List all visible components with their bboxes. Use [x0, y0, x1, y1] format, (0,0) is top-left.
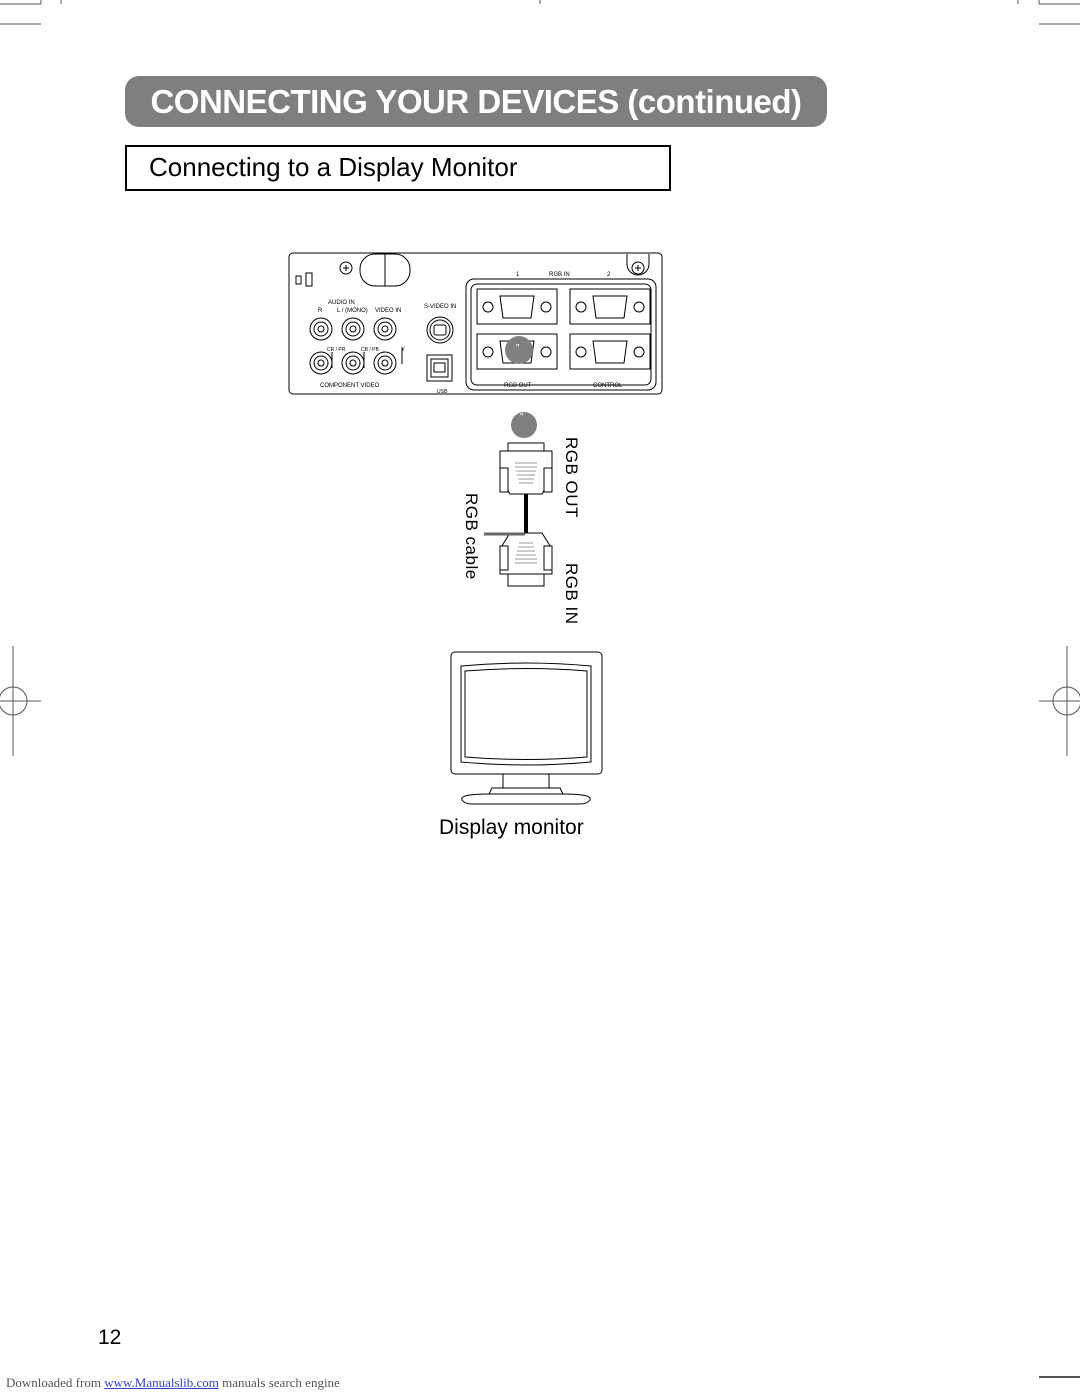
- page-number: 12: [98, 1326, 121, 1350]
- display-monitor-icon: [450, 651, 603, 805]
- label-rgb-in-2: 2: [607, 272, 611, 278]
- caption-text: Display monitor: [439, 816, 584, 839]
- label-audio-r: R: [318, 308, 323, 314]
- s-video-port: [426, 316, 454, 344]
- label-component-video: COMPONENT VIDEO: [320, 383, 380, 389]
- manualslib-link[interactable]: www.Manualslib.com: [104, 1375, 219, 1390]
- callout-marker-cable-text: ": [520, 412, 524, 423]
- callout-marker-cable: [511, 412, 537, 438]
- rca-jacks: [309, 317, 403, 375]
- section-heading-box: Connecting to a Display Monitor: [125, 145, 671, 191]
- label-cable-rgb-in: RGB IN: [562, 563, 581, 625]
- label-rgb-out: RGB OUT: [504, 383, 532, 389]
- label-rgb-cable: RGB cable: [462, 493, 481, 580]
- label-audio-l-mono: L / (MONO): [337, 308, 368, 314]
- d-sub-ports: [476, 288, 651, 370]
- download-footer: Downloaded from www.Manualslib.com manua…: [6, 1375, 340, 1391]
- label-y: Y: [401, 347, 406, 353]
- label-cb-pb: CB / PB: [361, 347, 379, 353]
- footer-prefix: Downloaded from: [6, 1375, 105, 1390]
- label-cable-rgb-out: RGB OUT: [562, 437, 581, 518]
- section-title: Connecting to a Display Monitor: [149, 152, 518, 182]
- label-video-in: VIDEO IN: [375, 308, 402, 314]
- footer-suffix: manuals search engine: [218, 1375, 340, 1390]
- page-number-text: 12: [98, 1326, 122, 1349]
- page-banner: CONNECTING YOUR DEVICES (continued): [125, 76, 827, 127]
- connector-top: [507, 442, 545, 452]
- label-audio-in: AUDIO IN: [328, 300, 355, 306]
- display-monitor-caption: Display monitor: [439, 816, 584, 840]
- callout-marker-text: ": [516, 343, 520, 354]
- projector-rear-panel: [288, 252, 663, 395]
- label-cr-pr: CR / PR: [327, 347, 346, 353]
- label-rgb-in-1: 1: [516, 272, 520, 278]
- kensington-lock-icon: [295, 275, 302, 285]
- label-usb: USB: [437, 389, 448, 395]
- label-control: CONTROL: [593, 383, 623, 389]
- label-s-video-in: S-VIDEO IN: [424, 304, 457, 310]
- banner-title: CONNECTING YOUR DEVICES (continued): [150, 83, 802, 120]
- label-rgb-in: RGB IN: [549, 272, 570, 278]
